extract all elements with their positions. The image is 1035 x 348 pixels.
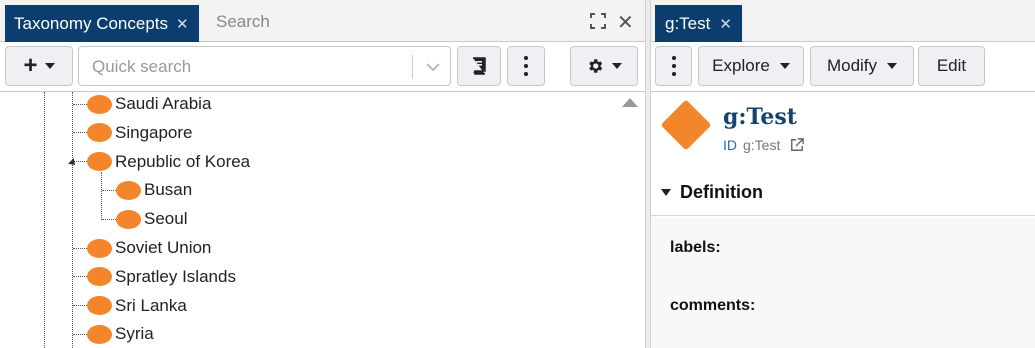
definition-section-toggle[interactable]: Definition: [651, 170, 1035, 216]
modify-button[interactable]: Modify: [810, 46, 914, 86]
tree-connector: [73, 305, 87, 307]
chevron-down-icon[interactable]: [425, 59, 441, 75]
labels-field-label: labels:: [670, 239, 721, 256]
concept-node-icon: [87, 123, 112, 143]
tree-connector: [73, 333, 87, 335]
tab-taxonomy-concepts[interactable]: Taxonomy Concepts ✕: [5, 5, 199, 42]
tree-node-label: Singapore: [115, 122, 193, 142]
app-root: Taxonomy Concepts ✕ Search ✕ + Quick sea…: [0, 0, 1035, 348]
tab-label: Taxonomy Concepts: [14, 13, 169, 33]
tree-guide-line: [44, 92, 45, 348]
tree-connector: [73, 132, 87, 134]
tree-connector: [73, 276, 87, 278]
tree-node-label: Seoul: [144, 209, 188, 229]
input-separator: [412, 55, 413, 79]
concept-id-line: ID g:Test: [723, 137, 805, 153]
modify-label: Modify: [826, 56, 878, 75]
gear-icon: [589, 59, 603, 73]
concept-icon: [660, 99, 712, 151]
caret-down-icon: [779, 63, 790, 69]
external-link-icon[interactable]: [790, 138, 805, 152]
tree-node-label: Spratley Islands: [115, 266, 236, 286]
caret-down-icon: [661, 189, 671, 196]
tree-toolbar: + Quick search: [0, 42, 645, 92]
tree-node-label: Soviet Union: [115, 238, 212, 257]
tab-label: g:Test: [665, 13, 711, 33]
tree-node-label: Saudi Arabia: [115, 94, 212, 113]
book-icon: [473, 57, 486, 75]
tree-node[interactable]: Seoul: [102, 208, 187, 230]
concept-node-icon: [116, 209, 141, 229]
concept-title: g:Test: [723, 104, 797, 130]
tree-connector: [102, 218, 116, 220]
caret-down-icon: [887, 63, 898, 69]
tree-node[interactable]: Busan: [102, 179, 192, 201]
concept-node-icon: [116, 180, 141, 200]
definition-body: labels: comments:: [651, 217, 1035, 348]
tree-node[interactable]: Saudi Arabia: [73, 93, 211, 115]
tree-node-label: Busan: [144, 180, 193, 200]
concept-node-icon: [87, 296, 112, 316]
settings-button[interactable]: [570, 46, 638, 86]
concept-detail-panel: g:Test ✕ Explore Modify Edit g:Test ID g…: [651, 0, 1035, 348]
tab-close-icon[interactable]: ✕: [176, 15, 189, 33]
concept-tree: Saudi Arabia Singapore Republic of Korea Bu…: [0, 92, 645, 348]
explore-label: Explore: [712, 56, 770, 75]
more-options-button[interactable]: [507, 46, 545, 86]
right-tab-bar: g:Test ✕: [651, 0, 1035, 42]
concept-node-icon: [87, 238, 112, 258]
scroll-up-arrow-icon[interactable]: [622, 98, 638, 107]
caret-down-icon: [612, 63, 622, 69]
kebab-icon: [671, 56, 676, 76]
concept-node-icon: [87, 152, 112, 172]
tree-node[interactable]: Syria: [73, 323, 154, 345]
edit-button[interactable]: Edit: [918, 46, 985, 86]
close-icon[interactable]: ✕: [617, 10, 634, 35]
tree-node-label: Sri Lanka: [115, 295, 187, 315]
id-value: g:Test: [743, 137, 781, 153]
tree-node[interactable]: Singapore: [73, 122, 193, 144]
tree-node[interactable]: Spratley Islands: [73, 266, 236, 288]
taxonomy-panel: Taxonomy Concepts ✕ Search ✕ + Quick sea…: [0, 0, 645, 348]
caret-down-icon: [44, 63, 55, 69]
tree-node[interactable]: Sri Lanka: [73, 295, 187, 317]
kebab-icon: [524, 56, 528, 76]
tree-connector: [73, 103, 87, 105]
concept-node-icon: [87, 94, 112, 114]
tab-concept[interactable]: g:Test ✕: [655, 5, 742, 42]
concept-node-icon: [87, 324, 112, 344]
comments-field-label: comments:: [670, 297, 756, 314]
book-button[interactable]: [457, 46, 501, 86]
tab-close-icon[interactable]: ✕: [719, 15, 732, 33]
detail-toolbar: Explore Modify Edit: [651, 42, 1035, 92]
definition-header: Definition: [680, 182, 763, 202]
tree-node-label: Republic of Korea: [115, 151, 251, 171]
expand-icon[interactable]: [590, 13, 606, 29]
quick-search-input[interactable]: Quick search: [78, 46, 451, 86]
edit-label: Edit: [936, 56, 967, 75]
explore-button[interactable]: Explore: [698, 46, 804, 86]
tree-node-label: Syria: [115, 324, 154, 344]
quick-search-placeholder: Quick search: [92, 57, 192, 76]
tree-node[interactable]: Soviet Union: [73, 237, 211, 259]
tab-search[interactable]: Search: [216, 12, 270, 32]
tree-connector: [102, 189, 116, 191]
left-tab-bar: Taxonomy Concepts ✕ Search ✕: [0, 0, 645, 42]
id-label: ID: [723, 137, 737, 153]
tree-node[interactable]: Republic of Korea: [73, 151, 250, 173]
plus-icon: +: [23, 52, 38, 79]
add-concept-button[interactable]: +: [5, 46, 73, 86]
detail-more-button[interactable]: [655, 46, 692, 86]
tree-connector: [73, 247, 87, 249]
concept-node-icon: [87, 267, 112, 287]
